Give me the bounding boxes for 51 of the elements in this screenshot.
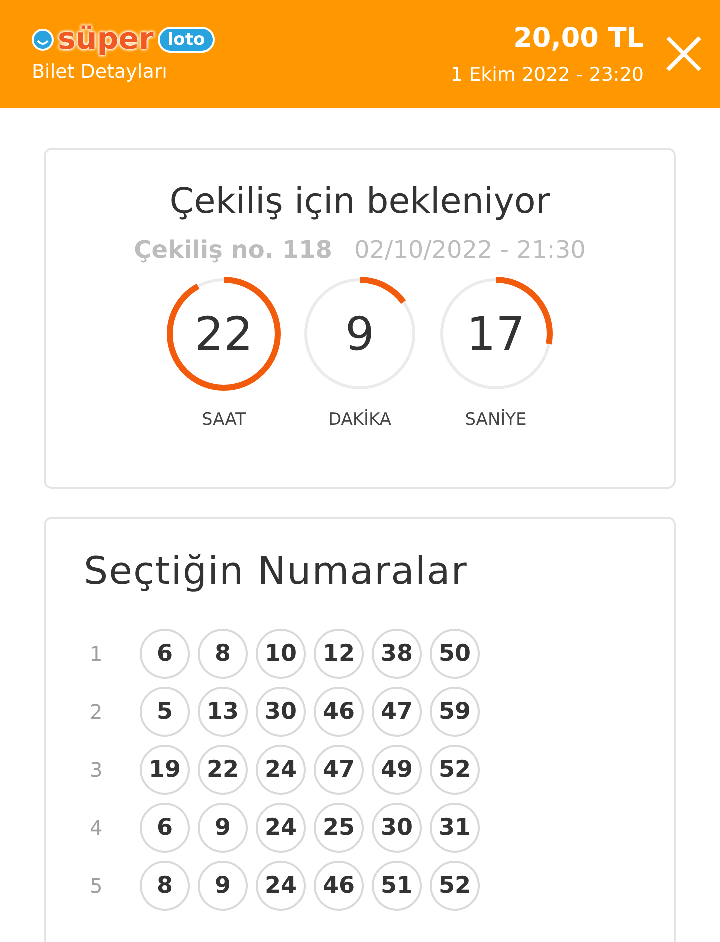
- row-number: 1: [89, 642, 104, 666]
- number-ball: 24: [256, 745, 306, 795]
- number-ball: 47: [372, 687, 422, 737]
- logo-text: süper: [58, 25, 154, 55]
- draw-date: 02/10/2022 - 21:30: [354, 236, 586, 264]
- countdown-label: DAKİKA: [328, 410, 392, 430]
- section-title: Seçtiğin Numaralar: [84, 549, 468, 593]
- row-number: 5: [89, 874, 104, 898]
- countdown-value: 17: [466, 311, 526, 357]
- countdown-label: SANİYE: [465, 410, 527, 430]
- page-subtitle: Bilet Detayları: [32, 61, 168, 83]
- number-ball: 30: [372, 803, 422, 853]
- number-ball: 6: [140, 629, 190, 679]
- number-ball: 47: [314, 745, 364, 795]
- row-number: 2: [89, 700, 104, 724]
- number-ball: 8: [140, 861, 190, 911]
- draw-number: Çekiliş no. 118: [134, 236, 332, 264]
- draw-status: Çekiliş için bekleniyor: [170, 182, 550, 222]
- number-ball: 9: [198, 803, 248, 853]
- number-ball: 59: [430, 687, 480, 737]
- row-number: 3: [89, 758, 104, 782]
- number-ball: 49: [372, 745, 422, 795]
- countdown-label: SAAT: [202, 410, 246, 430]
- number-ball: 13: [198, 687, 248, 737]
- close-icon[interactable]: [664, 34, 704, 74]
- number-ball: 30: [256, 687, 306, 737]
- ticket-price: 20,00 TL: [514, 22, 644, 54]
- number-ball: 22: [198, 745, 248, 795]
- number-ball: 5: [140, 687, 190, 737]
- number-ball: 8: [198, 629, 248, 679]
- number-ball: 46: [314, 687, 364, 737]
- number-ball: 31: [430, 803, 480, 853]
- ticket-date: 1 Ekim 2022 - 23:20: [450, 64, 644, 86]
- number-ball: 9: [198, 861, 248, 911]
- logo-badge: loto: [158, 27, 216, 53]
- number-ball: 25: [314, 803, 364, 853]
- number-ball: 10: [256, 629, 306, 679]
- number-ball: 19: [140, 745, 190, 795]
- number-ball: 12: [314, 629, 364, 679]
- number-ball: 51: [372, 861, 422, 911]
- number-ball: 38: [372, 629, 422, 679]
- number-ball: 24: [256, 861, 306, 911]
- row-number: 4: [89, 816, 104, 840]
- number-ball: 52: [430, 861, 480, 911]
- number-ball: 50: [430, 629, 480, 679]
- number-ball: 24: [256, 803, 306, 853]
- number-ball: 46: [314, 861, 364, 911]
- number-ball: 6: [140, 803, 190, 853]
- number-ball: 52: [430, 745, 480, 795]
- smile-icon: [32, 29, 54, 51]
- countdown-value: 9: [345, 311, 375, 357]
